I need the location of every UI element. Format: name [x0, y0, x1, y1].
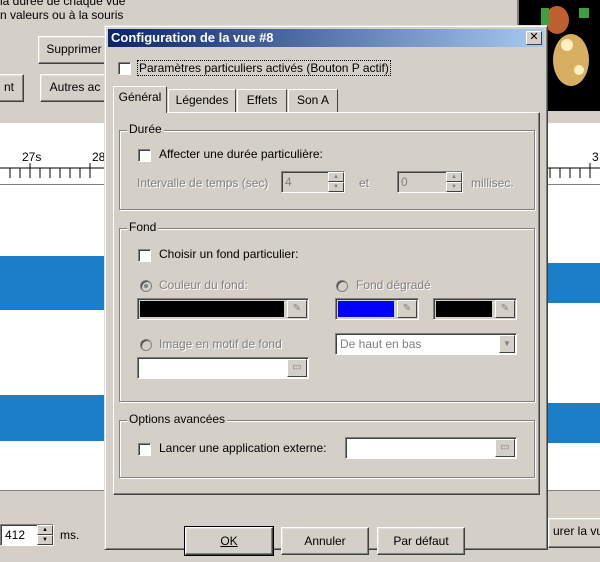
- spin-up-icon[interactable]: ▲: [37, 525, 53, 535]
- color-main-swatch: [140, 301, 284, 317]
- bg-supprimer-button[interactable]: Supprimer: [38, 36, 110, 64]
- duree-checkbox[interactable]: [138, 149, 151, 162]
- options-group-title: Options avancées: [127, 412, 228, 426]
- image-path-field[interactable]: ▭: [137, 357, 309, 379]
- millisec-value: 0: [401, 175, 408, 189]
- et-label: et: [359, 176, 370, 190]
- fond-checkbox[interactable]: [138, 249, 151, 262]
- tab-son-a[interactable]: Son A: [288, 89, 338, 112]
- ruler-label: 27s: [22, 150, 42, 164]
- close-icon[interactable]: ✕: [526, 31, 542, 45]
- radio-degrade-label: Fond dégradé: [356, 278, 431, 292]
- bg-autres-button[interactable]: Autres ac: [40, 74, 110, 102]
- ms-value: 412: [5, 528, 26, 542]
- dialog-title: Configuration de la vue #8: [111, 30, 274, 45]
- gradient-direction-select[interactable]: De haut en bas ▼: [335, 333, 517, 355]
- color-grad1-field[interactable]: ✎: [335, 298, 419, 320]
- bg-nt-button[interactable]: nt: [0, 74, 24, 102]
- gradient-direction-value: De haut en bas: [340, 337, 422, 351]
- special-params-label: Paramètres particuliers activés (Bouton …: [137, 60, 391, 76]
- spin-down-icon[interactable]: ▼: [37, 535, 53, 545]
- tab-effets[interactable]: Effets: [237, 89, 287, 112]
- radio-degrade[interactable]: [336, 280, 348, 292]
- color-main-field[interactable]: ✎: [137, 298, 309, 320]
- default-button[interactable]: Par défaut: [377, 527, 465, 555]
- folder-icon[interactable]: ▭: [495, 439, 515, 457]
- external-app-label: Lancer une application externe:: [159, 441, 327, 455]
- seconds-spinbox[interactable]: 4 ▲ ▼: [281, 171, 345, 193]
- config-dialog: Configuration de la vue #8 ✕ Paramètres …: [104, 25, 548, 556]
- folder-icon[interactable]: ▭: [287, 359, 307, 377]
- palette-icon[interactable]: ✎: [397, 300, 417, 318]
- radio-image-label: Image en motif de fond: [159, 337, 282, 351]
- millisec-label: millisec.: [471, 176, 514, 190]
- special-params-checkbox[interactable]: [118, 62, 131, 75]
- ms-unit-label: ms.: [60, 528, 80, 542]
- dialog-titlebar[interactable]: Configuration de la vue #8 ✕: [108, 29, 544, 47]
- tab-general[interactable]: Général: [113, 86, 167, 113]
- duree-group: [119, 130, 535, 210]
- radio-couleur-label: Couleur du fond:: [159, 278, 248, 292]
- cancel-button[interactable]: Annuler: [281, 527, 369, 555]
- chevron-down-icon[interactable]: ▼: [499, 335, 515, 353]
- bg-top-text: la durée de chaque vue: [0, 0, 126, 8]
- bg-second-text: n valeurs ou à la souris: [0, 8, 124, 22]
- spin-down-icon[interactable]: ▼: [328, 182, 344, 192]
- radio-couleur[interactable]: [140, 280, 152, 292]
- spin-up-icon[interactable]: ▲: [446, 172, 462, 182]
- interval-label: Intervalle de temps (sec): [137, 176, 269, 190]
- duree-checkbox-label: Affecter une durée particulière:: [159, 147, 323, 161]
- radio-image[interactable]: [140, 339, 152, 351]
- spin-down-icon[interactable]: ▼: [446, 182, 462, 192]
- duree-group-title: Durée: [127, 122, 164, 136]
- ok-button[interactable]: OK: [184, 526, 274, 556]
- fond-group-title: Fond: [127, 220, 159, 234]
- millisec-spinbox[interactable]: 0 ▲ ▼: [397, 171, 463, 193]
- fond-checkbox-label: Choisir un fond particulier:: [159, 247, 299, 261]
- palette-icon[interactable]: ✎: [495, 300, 515, 318]
- palette-icon[interactable]: ✎: [287, 300, 307, 318]
- spin-up-icon[interactable]: ▲: [328, 172, 344, 182]
- external-app-checkbox[interactable]: [138, 443, 151, 456]
- color-grad2-field[interactable]: ✎: [433, 298, 517, 320]
- bg-right-button[interactable]: urer la vu: [548, 518, 600, 548]
- ruler-label: 3: [592, 150, 599, 164]
- ms-spinbox[interactable]: 412 ▲ ▼: [0, 524, 54, 546]
- external-app-path-field[interactable]: ▭: [345, 437, 517, 459]
- color-grad1-swatch: [338, 301, 394, 317]
- seconds-value: 4: [285, 175, 292, 189]
- tab-legendes[interactable]: Légendes: [168, 89, 236, 112]
- ok-label: OK: [220, 534, 238, 548]
- color-grad2-swatch: [436, 301, 492, 317]
